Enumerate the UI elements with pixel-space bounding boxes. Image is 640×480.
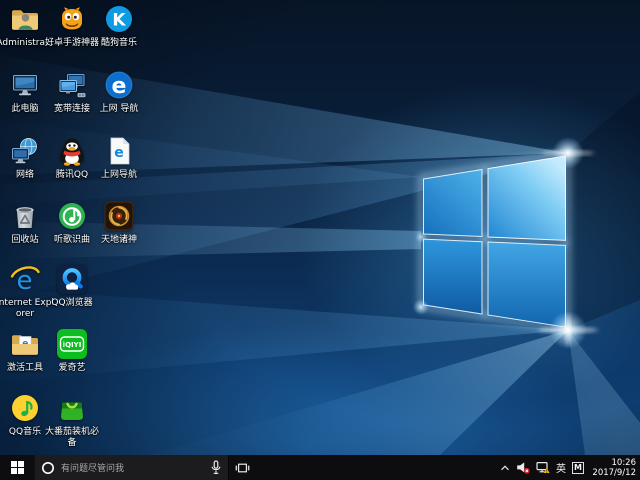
icon-label: 上网导航 bbox=[88, 170, 150, 181]
show-hidden-icons-button[interactable] bbox=[500, 464, 510, 472]
network-status-button[interactable] bbox=[536, 461, 550, 474]
windows-desktop-screen: Administra... 好卓手游神器 K 酷狗音乐 bbox=[0, 0, 640, 480]
green-bag-icon bbox=[56, 392, 88, 424]
desktop-icon-web-nav[interactable]: e 上网 导航 bbox=[96, 69, 142, 115]
icon-label: 爱奇艺 bbox=[41, 363, 103, 374]
volume-muted-button[interactable] bbox=[516, 461, 530, 474]
browser-e-circle-icon: e bbox=[103, 69, 135, 101]
start-button[interactable] bbox=[0, 455, 34, 480]
cortana-search-box[interactable]: 有问题尽管问我 bbox=[34, 455, 229, 480]
iqiyi-icon: iQIYI bbox=[56, 328, 88, 360]
recycle-bin-icon bbox=[9, 200, 41, 232]
kugou-k-icon: K bbox=[103, 3, 135, 35]
desktop[interactable]: Administra... 好卓手游神器 K 酷狗音乐 bbox=[0, 0, 640, 455]
taskbar: 有问题尽管问我 bbox=[0, 455, 640, 480]
icon-label: 天地诸神 bbox=[88, 235, 150, 246]
desktop-icon-datomato[interactable]: 大番茄装机必备 bbox=[49, 392, 95, 448]
qq-browser-icon bbox=[56, 263, 88, 295]
orange-monster-icon bbox=[56, 3, 88, 35]
ime-language-indicator[interactable]: 英 bbox=[556, 460, 566, 475]
desktop-icon-tiandi-gods[interactable]: 天地诸神 bbox=[96, 200, 142, 246]
icon-label: 上网 导航 bbox=[88, 104, 150, 115]
desktop-icon-iqiyi[interactable]: iQIYI 爱奇艺 bbox=[49, 328, 95, 374]
qq-music-icon bbox=[9, 392, 41, 424]
desktop-icon-qq-browser[interactable]: QQ浏览器 bbox=[49, 263, 95, 309]
icon-label: 大番茄装机必备 bbox=[41, 427, 103, 448]
ime-mode-indicator[interactable]: M bbox=[572, 462, 584, 474]
taskbar-clock[interactable]: 10:26 2017/9/12 bbox=[590, 458, 637, 478]
chevron-up-icon bbox=[500, 464, 510, 472]
qq-penguin-icon bbox=[56, 135, 88, 167]
golden-dragon-game-icon bbox=[103, 200, 135, 232]
task-view-button[interactable] bbox=[229, 455, 255, 480]
activation-folder-icon: e bbox=[9, 328, 41, 360]
cortana-icon bbox=[41, 461, 55, 475]
speaker-mute-icon bbox=[516, 461, 530, 474]
internet-explorer-icon: e bbox=[9, 263, 41, 295]
icon-label: 酷狗音乐 bbox=[88, 38, 150, 49]
network-warning-icon bbox=[536, 461, 550, 474]
document-e-icon: e bbox=[103, 135, 135, 167]
system-tray: 英 M 10:26 2017/9/12 bbox=[500, 455, 640, 480]
clock-date: 2017/9/12 bbox=[590, 468, 636, 478]
network-globe-icon bbox=[9, 135, 41, 167]
svg-text:iQIYI: iQIYI bbox=[63, 341, 82, 349]
windows-logo-icon bbox=[11, 461, 24, 474]
svg-text:e: e bbox=[114, 145, 124, 161]
clock-time: 10:26 bbox=[590, 458, 636, 468]
music-recognition-icon bbox=[56, 200, 88, 232]
user-folder-icon bbox=[9, 3, 41, 35]
task-view-icon bbox=[235, 462, 250, 474]
broadband-connection-icon bbox=[56, 69, 88, 101]
svg-text:K: K bbox=[112, 11, 126, 31]
desktop-icon-web-nav-doc[interactable]: e 上网导航 bbox=[96, 135, 142, 181]
icon-label: QQ浏览器 bbox=[41, 298, 103, 309]
microphone-icon[interactable] bbox=[210, 460, 222, 475]
search-placeholder-text: 有问题尽管问我 bbox=[61, 461, 206, 474]
desktop-icon-internet-explorer[interactable]: e Internet Explorer bbox=[2, 263, 48, 319]
svg-text:e: e bbox=[112, 74, 127, 99]
desktop-icon-kugou-music[interactable]: K 酷狗音乐 bbox=[96, 3, 142, 49]
computer-monitor-icon bbox=[9, 69, 41, 101]
